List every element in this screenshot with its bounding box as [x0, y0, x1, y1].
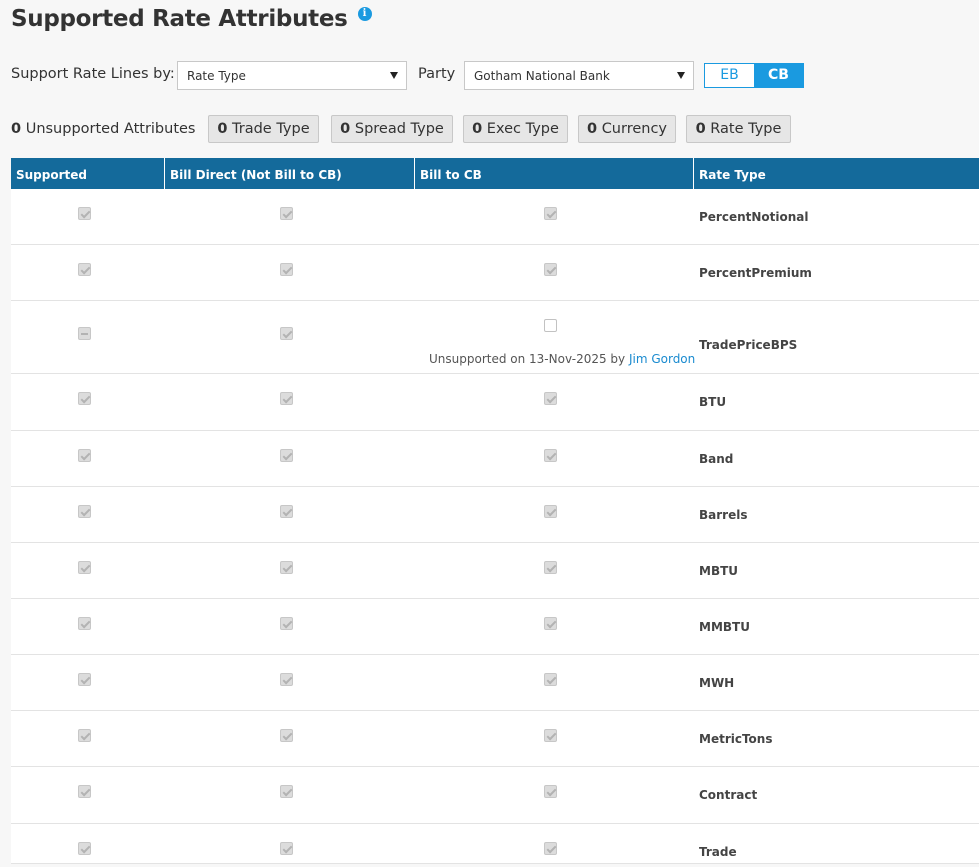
- bill-direct-checkbox[interactable]: [280, 785, 293, 798]
- supported-checkbox[interactable]: [78, 505, 91, 518]
- supported-checkbox[interactable]: [78, 561, 91, 574]
- supported-checkbox[interactable]: [78, 392, 91, 405]
- eb-cb-toggle: EB CB: [704, 63, 804, 88]
- table-row: PercentNotional: [11, 189, 979, 245]
- supported-checkbox[interactable]: [78, 617, 91, 630]
- bill-to-cb-checkbox[interactable]: [544, 319, 557, 332]
- table-row: MBTU: [11, 543, 979, 599]
- bill-direct-checkbox[interactable]: [280, 327, 293, 340]
- bill-to-cb-checkbox[interactable]: [544, 505, 557, 518]
- table-row: Barrels: [11, 487, 979, 543]
- rate-type-label: BTU: [699, 395, 727, 409]
- bill-to-cb-checkbox[interactable]: [544, 842, 557, 855]
- bill-to-cb-checkbox[interactable]: [544, 673, 557, 686]
- table-header: Supported Bill Direct (Not Bill to CB) B…: [11, 158, 979, 189]
- table-row: MWH: [11, 655, 979, 711]
- page-header: Supported Rate Attributes i: [11, 6, 372, 32]
- controls-bar: Support Rate Lines by: Rate Type Party G…: [11, 61, 971, 90]
- bill-to-cb-checkbox[interactable]: [544, 729, 557, 742]
- table-row: MMBTU: [11, 599, 979, 655]
- rate-type-label: PercentNotional: [699, 210, 809, 224]
- bill-to-cb-checkbox[interactable]: [544, 207, 557, 220]
- unsupported-attributes-count: 0 Unsupported Attributes: [11, 121, 196, 137]
- bill-to-cb-checkbox[interactable]: [544, 392, 557, 405]
- bill-to-cb-checkbox[interactable]: [544, 785, 557, 798]
- supported-checkbox[interactable]: [78, 842, 91, 855]
- column-header-supported[interactable]: Supported: [11, 158, 165, 189]
- support-rate-lines-value: Rate Type: [187, 68, 246, 83]
- bill-direct-checkbox[interactable]: [280, 392, 293, 405]
- bill-direct-checkbox[interactable]: [280, 617, 293, 630]
- cb-toggle-button[interactable]: CB: [754, 64, 803, 87]
- supported-checkbox[interactable]: [78, 729, 91, 742]
- table-row: TradePriceBPS Unsupported on 13-Nov-2025 …: [11, 301, 979, 374]
- table-row: PercentPremium: [11, 245, 979, 301]
- column-header-bill-direct[interactable]: Bill Direct (Not Bill to CB): [165, 158, 415, 189]
- supported-checkbox[interactable]: [78, 785, 91, 798]
- bill-direct-checkbox[interactable]: [280, 207, 293, 220]
- eb-toggle-button[interactable]: EB: [705, 64, 754, 87]
- party-select[interactable]: Gotham National Bank: [464, 61, 694, 90]
- table-row: Trade: [11, 824, 979, 864]
- trade-type-filter-chip[interactable]: 0 Trade Type: [208, 115, 319, 143]
- supported-checkbox[interactable]: [78, 327, 91, 340]
- rate-type-filter-chip[interactable]: 0 Rate Type: [686, 115, 791, 143]
- supported-checkbox[interactable]: [78, 207, 91, 220]
- bill-to-cb-checkbox[interactable]: [544, 263, 557, 276]
- bill-direct-checkbox[interactable]: [280, 263, 293, 276]
- chevron-down-icon: [390, 72, 398, 79]
- exec-type-filter-chip[interactable]: 0 Exec Type: [463, 115, 568, 143]
- rate-type-label: Trade: [699, 845, 737, 859]
- rate-type-label: PercentPremium: [699, 266, 812, 280]
- unsupported-note-text: Unsupported on 13-Nov-2025 by: [429, 352, 629, 366]
- rate-type-label: Band: [699, 452, 734, 466]
- bill-to-cb-checkbox[interactable]: [544, 449, 557, 462]
- spread-type-filter-chip[interactable]: 0 Spread Type: [331, 115, 453, 143]
- bill-direct-checkbox[interactable]: [280, 842, 293, 855]
- party-label: Party: [418, 66, 456, 82]
- bill-direct-checkbox[interactable]: [280, 505, 293, 518]
- rate-attributes-table: Supported Bill Direct (Not Bill to CB) B…: [11, 158, 979, 864]
- chevron-down-icon: [677, 72, 685, 79]
- page-title: Supported Rate Attributes: [11, 6, 348, 32]
- bill-direct-checkbox[interactable]: [280, 729, 293, 742]
- unsupported-note: Unsupported on 13-Nov-2025 by Jim Gordon: [429, 352, 695, 366]
- bill-to-cb-checkbox[interactable]: [544, 561, 557, 574]
- currency-filter-chip[interactable]: 0 Currency: [578, 115, 676, 143]
- supported-checkbox[interactable]: [78, 449, 91, 462]
- support-rate-lines-select[interactable]: Rate Type: [177, 61, 407, 90]
- rate-type-label: TradePriceBPS: [699, 338, 798, 352]
- column-header-rate-type[interactable]: Rate Type: [694, 158, 979, 189]
- table-row: Contract: [11, 767, 979, 824]
- rate-type-label: MetricTons: [699, 732, 773, 746]
- rate-type-label: MBTU: [699, 564, 739, 578]
- party-value: Gotham National Bank: [474, 68, 610, 83]
- bill-to-cb-checkbox[interactable]: [544, 617, 557, 630]
- rate-type-label: MWH: [699, 676, 735, 690]
- supported-checkbox[interactable]: [78, 673, 91, 686]
- table-row: Band: [11, 431, 979, 487]
- rate-type-label: Barrels: [699, 508, 748, 522]
- table-row: BTU: [11, 374, 979, 431]
- bill-direct-checkbox[interactable]: [280, 561, 293, 574]
- user-link[interactable]: Jim Gordon: [629, 352, 695, 366]
- rate-type-label: MMBTU: [699, 620, 750, 634]
- info-icon[interactable]: i: [357, 7, 372, 21]
- table-body: PercentNotional PercentPremium TradePriceB…: [11, 189, 979, 864]
- support-rate-lines-label: Support Rate Lines by:: [11, 66, 175, 82]
- bill-direct-checkbox[interactable]: [280, 449, 293, 462]
- table-row: MetricTons: [11, 711, 979, 767]
- supported-checkbox[interactable]: [78, 263, 91, 276]
- column-header-bill-to-cb[interactable]: Bill to CB: [415, 158, 694, 189]
- rate-type-label: Contract: [699, 788, 758, 802]
- bill-direct-checkbox[interactable]: [280, 673, 293, 686]
